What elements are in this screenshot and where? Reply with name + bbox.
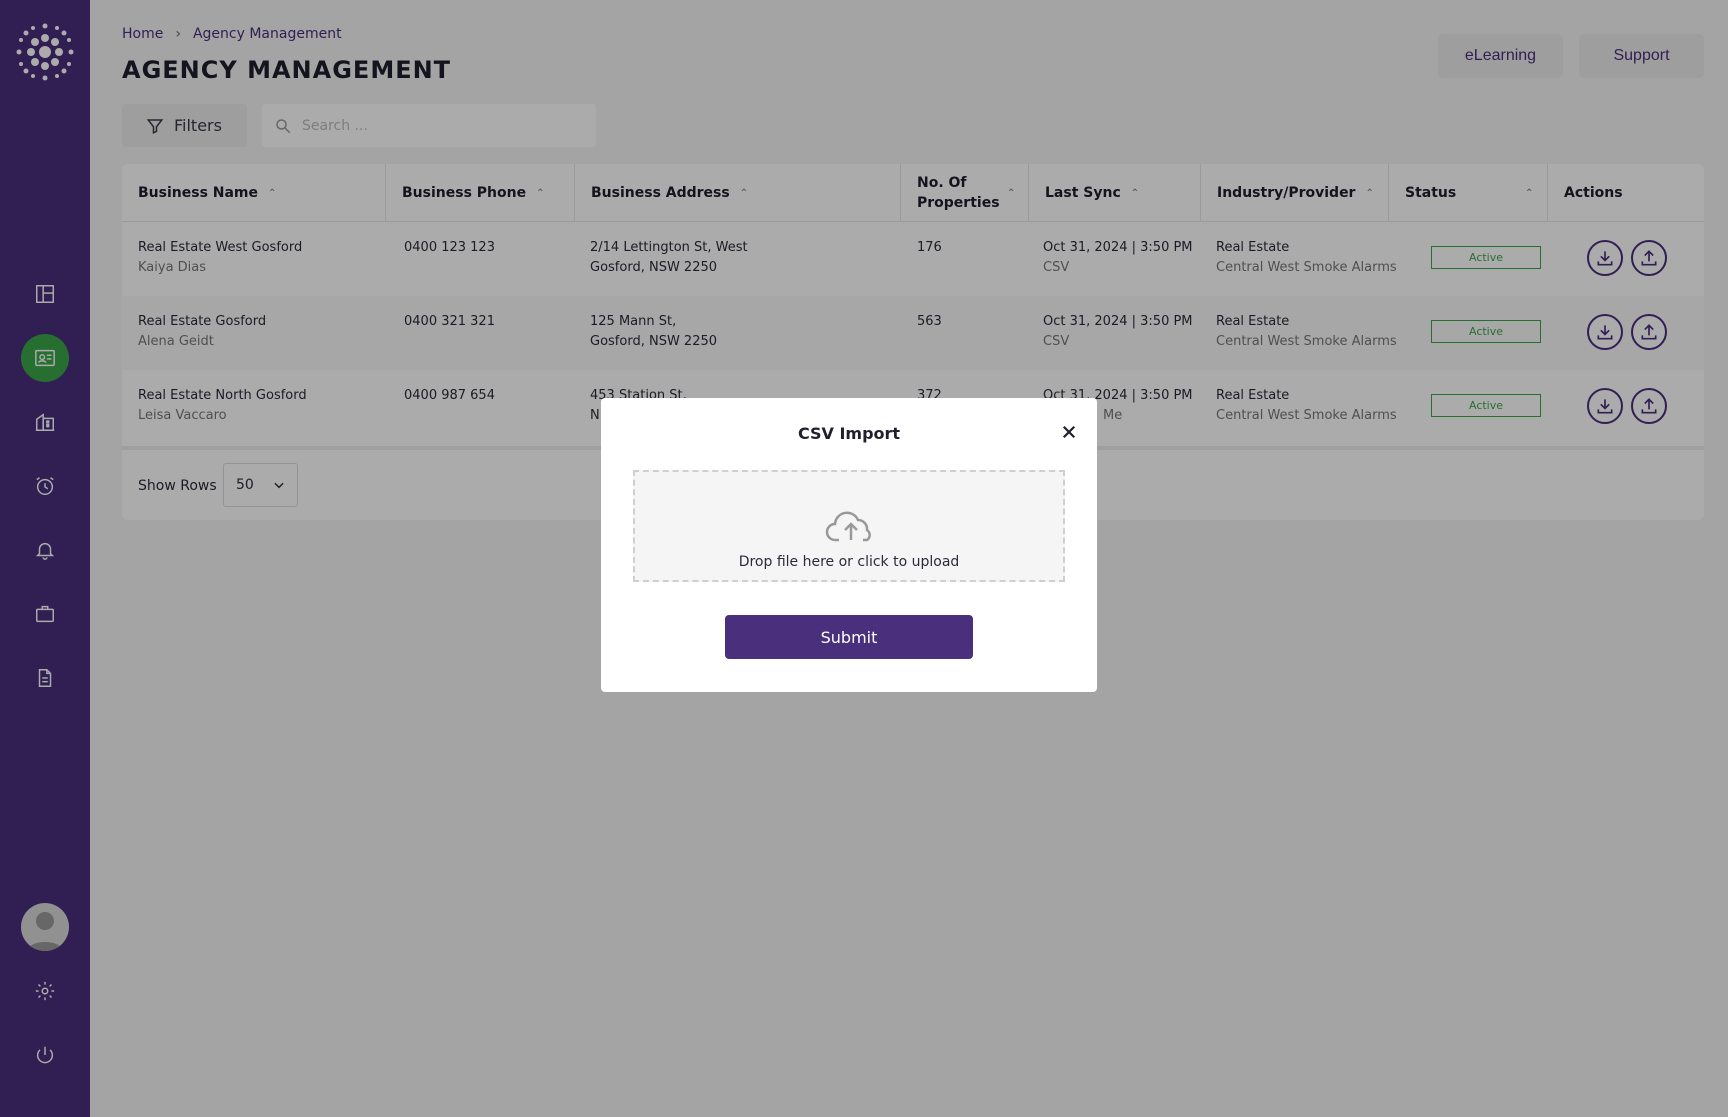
- cloud-upload-icon: [825, 511, 871, 542]
- csv-import-modal: CSV Import Drop file here or click to up…: [601, 398, 1097, 692]
- drop-instructions: Drop file here or click to upload: [738, 554, 960, 570]
- modal-title: CSV Import: [797, 424, 901, 443]
- close-icon: [1062, 425, 1076, 439]
- submit-button[interactable]: Submit: [725, 615, 973, 659]
- close-button[interactable]: [1055, 418, 1083, 446]
- file-dropzone[interactable]: Drop file here or click to upload: [633, 470, 1065, 582]
